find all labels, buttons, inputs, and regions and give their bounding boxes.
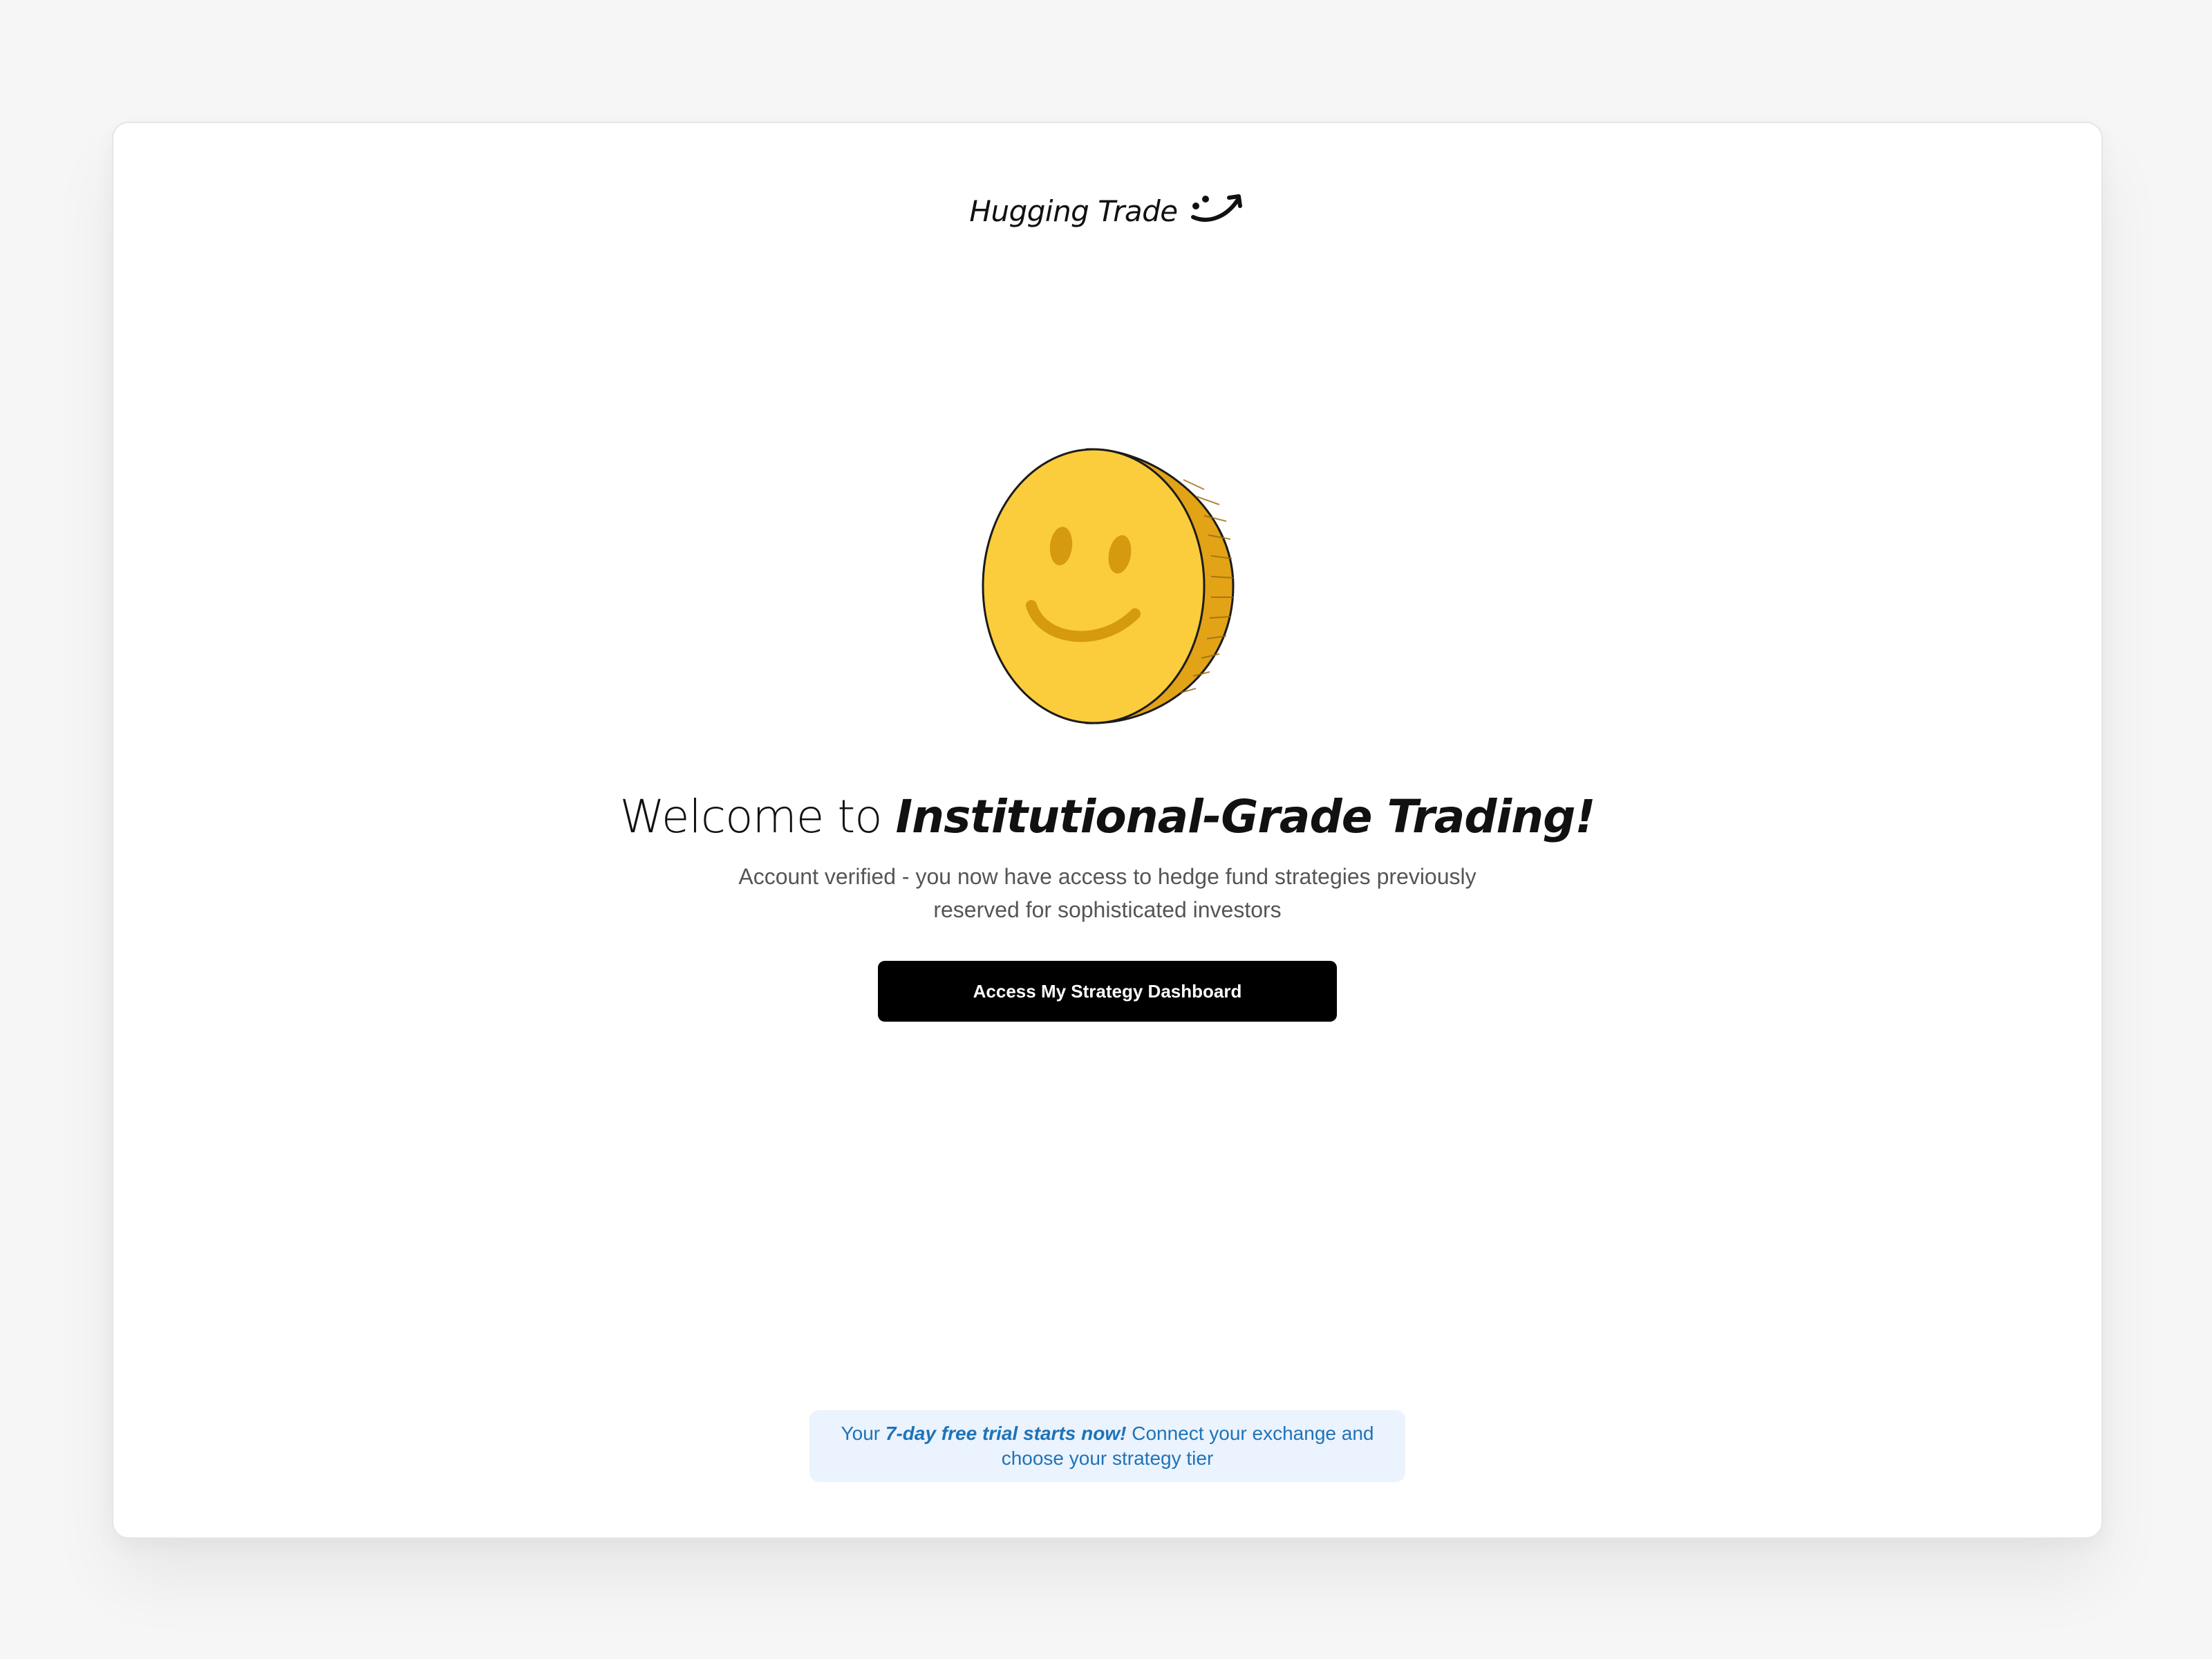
- trial-line-2: choose your strategy tier: [1001, 1447, 1214, 1469]
- trial-emphasis: 7-day free trial starts now!: [885, 1423, 1127, 1444]
- trial-notice: Your 7-day free trial starts now! Connec…: [809, 1410, 1405, 1482]
- verification-subtext: Account verified - you now have access t…: [679, 860, 1536, 926]
- brand-name: Hugging Trade: [969, 194, 1178, 228]
- headline-emphasis: Institutional-Grade Trading!: [895, 790, 1596, 843]
- trial-prefix: Your: [841, 1423, 885, 1444]
- headline-plain: Welcome to: [619, 790, 896, 843]
- access-dashboard-button[interactable]: Access My Strategy Dashboard: [878, 961, 1337, 1022]
- smile-arrow-icon: [1188, 192, 1246, 230]
- trial-suffix: Connect your exchange and: [1126, 1423, 1374, 1444]
- welcome-card: Hugging Trade Welcome to Institutional-G…: [112, 122, 2103, 1539]
- smiley-coin-icon: [976, 441, 1239, 731]
- subtext-line-1: Account verified - you now have access t…: [738, 864, 1477, 889]
- subtext-line-2: reserved for sophisticated investors: [933, 897, 1282, 922]
- page-title: Welcome to Institutional-Grade Trading!: [113, 790, 2101, 843]
- brand-logo[interactable]: Hugging Trade: [113, 192, 2101, 230]
